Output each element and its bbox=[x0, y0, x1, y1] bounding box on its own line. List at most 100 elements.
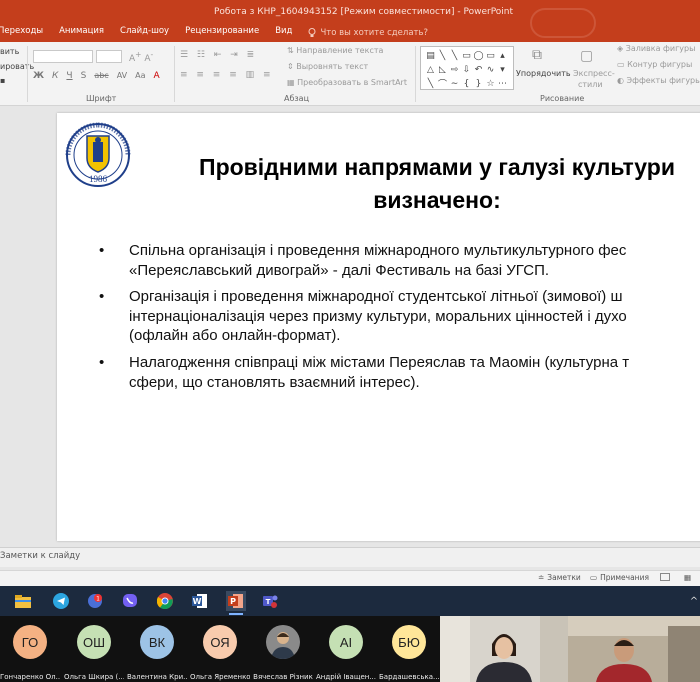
chevron-up-icon[interactable]: ^ bbox=[684, 591, 700, 611]
avatar: ОШ bbox=[77, 625, 111, 659]
brace-right-shape-icon[interactable]: } bbox=[473, 77, 484, 90]
text-direction-button[interactable]: ⇅ Направление текста bbox=[287, 46, 383, 55]
strikethrough-button[interactable]: abc bbox=[94, 71, 108, 81]
list-buttons-icon[interactable]: ☰ ☷ ⇤ ⇥ ≣ bbox=[180, 50, 257, 60]
quick-styles-icon[interactable]: ▢ bbox=[580, 48, 593, 64]
star-shape-icon[interactable]: ☆ bbox=[485, 77, 496, 90]
participant-tile[interactable]: ГО Гончаренко Ол... bbox=[0, 622, 60, 682]
convert-smartart-button[interactable]: ▦ Преобразовать в SmartArt bbox=[287, 78, 407, 87]
align-buttons-icon[interactable]: ≡ ≡ ≡ ≡ ▥ ≡ bbox=[180, 70, 274, 80]
format-painter-icon[interactable]: ▪ bbox=[0, 76, 5, 85]
notes-placeholder: Заметки к слайду bbox=[0, 551, 81, 561]
tab-review[interactable]: Рецензирование bbox=[185, 26, 259, 40]
teams-icon[interactable]: T bbox=[260, 591, 280, 611]
normal-view-button[interactable] bbox=[660, 573, 670, 581]
comments-button[interactable]: ▭ Примечания bbox=[590, 573, 649, 582]
convert-smartart-label: Преобразовать в SmartArt bbox=[297, 78, 407, 87]
avatar: БЮ bbox=[392, 625, 426, 659]
participant-tile[interactable]: БЮ Бардашевська... bbox=[379, 622, 439, 682]
triangle-shape-icon[interactable]: △ bbox=[425, 63, 436, 76]
notification-badge: 1 bbox=[96, 596, 100, 603]
arrange-icon[interactable]: ⧉ bbox=[532, 47, 542, 63]
font-size-combo[interactable] bbox=[96, 50, 122, 63]
video-participants-strip: ГО Гончаренко Ол... ОШ Ольга Шкира (... … bbox=[0, 616, 700, 682]
tab-animation[interactable]: Анимация bbox=[59, 26, 104, 40]
quick-styles-line1[interactable]: Экспресс- bbox=[573, 69, 615, 78]
slide-title[interactable]: Провідними напрямами у галузі культури в… bbox=[157, 151, 700, 217]
gallery-up-icon[interactable]: ▴ bbox=[497, 49, 508, 62]
status-bar: ≐ Заметки ▭ Примечания ▦ bbox=[0, 570, 700, 586]
shadow-button[interactable]: S bbox=[81, 71, 87, 81]
shape-outline-button[interactable]: ▭ Контур фигуры bbox=[617, 60, 692, 69]
notes-pane[interactable]: Заметки к слайду bbox=[0, 547, 700, 567]
align-text-button[interactable]: ⇕ Выровнять текст bbox=[287, 62, 368, 71]
brace-left-shape-icon[interactable]: { bbox=[461, 77, 472, 90]
app-notification-icon[interactable]: 1 bbox=[85, 591, 105, 611]
participant-tile[interactable]: Вячеслав Різник bbox=[253, 622, 313, 682]
tell-me-search[interactable]: Что вы хотите сделать? bbox=[308, 26, 428, 40]
powerpoint-taskbar-icon[interactable]: P bbox=[226, 591, 246, 615]
tab-view[interactable]: Вид bbox=[275, 26, 292, 40]
bullet-list[interactable]: Спільна організація і проведення міжнаро… bbox=[99, 241, 700, 399]
file-explorer-icon[interactable] bbox=[13, 591, 33, 611]
tab-slideshow[interactable]: Слайд-шоу bbox=[120, 26, 169, 40]
copy-button[interactable]: ировать bbox=[0, 62, 34, 71]
char-spacing-button[interactable]: AV bbox=[117, 71, 127, 81]
word-icon[interactable]: W bbox=[190, 591, 210, 611]
paste-button[interactable]: вить bbox=[0, 47, 19, 56]
rectangle-shape-icon[interactable]: ▭ bbox=[485, 49, 496, 62]
gallery-more-icon[interactable]: ⋯ bbox=[497, 77, 508, 90]
participant-name: Валентина Кри... bbox=[127, 673, 187, 681]
shapes-gallery[interactable]: ▤ ╲ ╲ ▭ ◯ ▭ ▴ △ ◺ ⇨ ⇩ ↶ ∿ ▾ ╲ ⌒ ∼ { } ☆ bbox=[420, 46, 514, 90]
tab-transitions[interactable]: Переходы bbox=[0, 26, 43, 40]
participant-tile[interactable]: ОЯ Ольга Яременко bbox=[190, 622, 250, 682]
shape-fill-button[interactable]: ◈ Заливка фигуры bbox=[617, 44, 695, 53]
participant-tile[interactable]: АІ Андрій Іващен... bbox=[316, 622, 376, 682]
change-case-button[interactable]: Aa bbox=[135, 71, 145, 81]
bullet-item: Спільна організація і проведення міжнаро… bbox=[99, 241, 700, 280]
textbox-shape-icon[interactable]: ▤ bbox=[425, 49, 436, 62]
bullet-line: Спільна організація і проведення міжнаро… bbox=[129, 242, 627, 259]
avatar: ВК bbox=[140, 625, 174, 659]
chrome-icon[interactable] bbox=[155, 591, 175, 611]
oval-shape-icon[interactable]: ◯ bbox=[473, 49, 484, 62]
curve-shape-icon[interactable]: ∼ bbox=[449, 77, 460, 90]
italic-button[interactable]: К bbox=[52, 71, 58, 81]
participant-tile[interactable]: ОШ Ольга Шкира (... bbox=[64, 622, 124, 682]
quick-styles-line2[interactable]: стили bbox=[578, 80, 603, 89]
participant-video-feed[interactable] bbox=[440, 616, 568, 682]
avatar: АІ bbox=[329, 625, 363, 659]
participant-tile[interactable]: ВК Валентина Кри... bbox=[127, 622, 187, 682]
bullet-line: сфери, що становлять взаємний інтерес). bbox=[129, 373, 420, 391]
arrow-turn-shape-icon[interactable]: ↶ bbox=[473, 63, 484, 76]
participant-photo bbox=[266, 625, 300, 659]
gallery-down-icon[interactable]: ▾ bbox=[497, 63, 508, 76]
font-color-button[interactable]: A bbox=[154, 71, 160, 81]
line-shape-icon[interactable]: ╲ bbox=[425, 77, 436, 90]
slide-editor[interactable]: 1986 Провідними напрямами у галузі культ… bbox=[0, 107, 700, 547]
viber-icon[interactable] bbox=[120, 591, 140, 611]
rtriangle-shape-icon[interactable]: ◺ bbox=[437, 63, 448, 76]
notes-toggle-button[interactable]: ≐ Заметки bbox=[538, 573, 581, 582]
shape-grid: ▤ ╲ ╲ ▭ ◯ ▭ ▴ △ ◺ ⇨ ⇩ ↶ ∿ ▾ ╲ ⌒ ∼ { } ☆ bbox=[425, 49, 508, 91]
participant-video-feed[interactable] bbox=[568, 616, 700, 682]
rectangle-shape-icon[interactable]: ▭ bbox=[461, 49, 472, 62]
sorter-view-button[interactable]: ▦ bbox=[684, 573, 691, 582]
arrange-button[interactable]: Упорядочить bbox=[516, 69, 571, 78]
logo-year: 1986 bbox=[89, 174, 108, 184]
grow-font-icon[interactable]: A+ A- bbox=[129, 50, 153, 64]
bold-button[interactable]: Ж bbox=[33, 71, 44, 81]
line-shape-icon[interactable]: ╲ bbox=[449, 49, 460, 62]
arrow-right-shape-icon[interactable]: ⇨ bbox=[449, 63, 460, 76]
current-slide[interactable]: 1986 Провідними напрямами у галузі культ… bbox=[57, 113, 700, 541]
curve-shape-icon[interactable]: ∿ bbox=[485, 63, 496, 76]
shape-effects-button[interactable]: ◐ Эффекты фигуры bbox=[617, 76, 700, 85]
separator bbox=[27, 46, 28, 102]
text-direction-label: Направление текста bbox=[296, 46, 384, 55]
telegram-icon[interactable] bbox=[51, 591, 71, 611]
font-name-combo[interactable] bbox=[33, 50, 93, 63]
underline-button[interactable]: Ч bbox=[66, 71, 72, 81]
curve-shape-icon[interactable]: ⌒ bbox=[437, 77, 448, 90]
arrow-down-shape-icon[interactable]: ⇩ bbox=[461, 63, 472, 76]
line-shape-icon[interactable]: ╲ bbox=[437, 49, 448, 62]
